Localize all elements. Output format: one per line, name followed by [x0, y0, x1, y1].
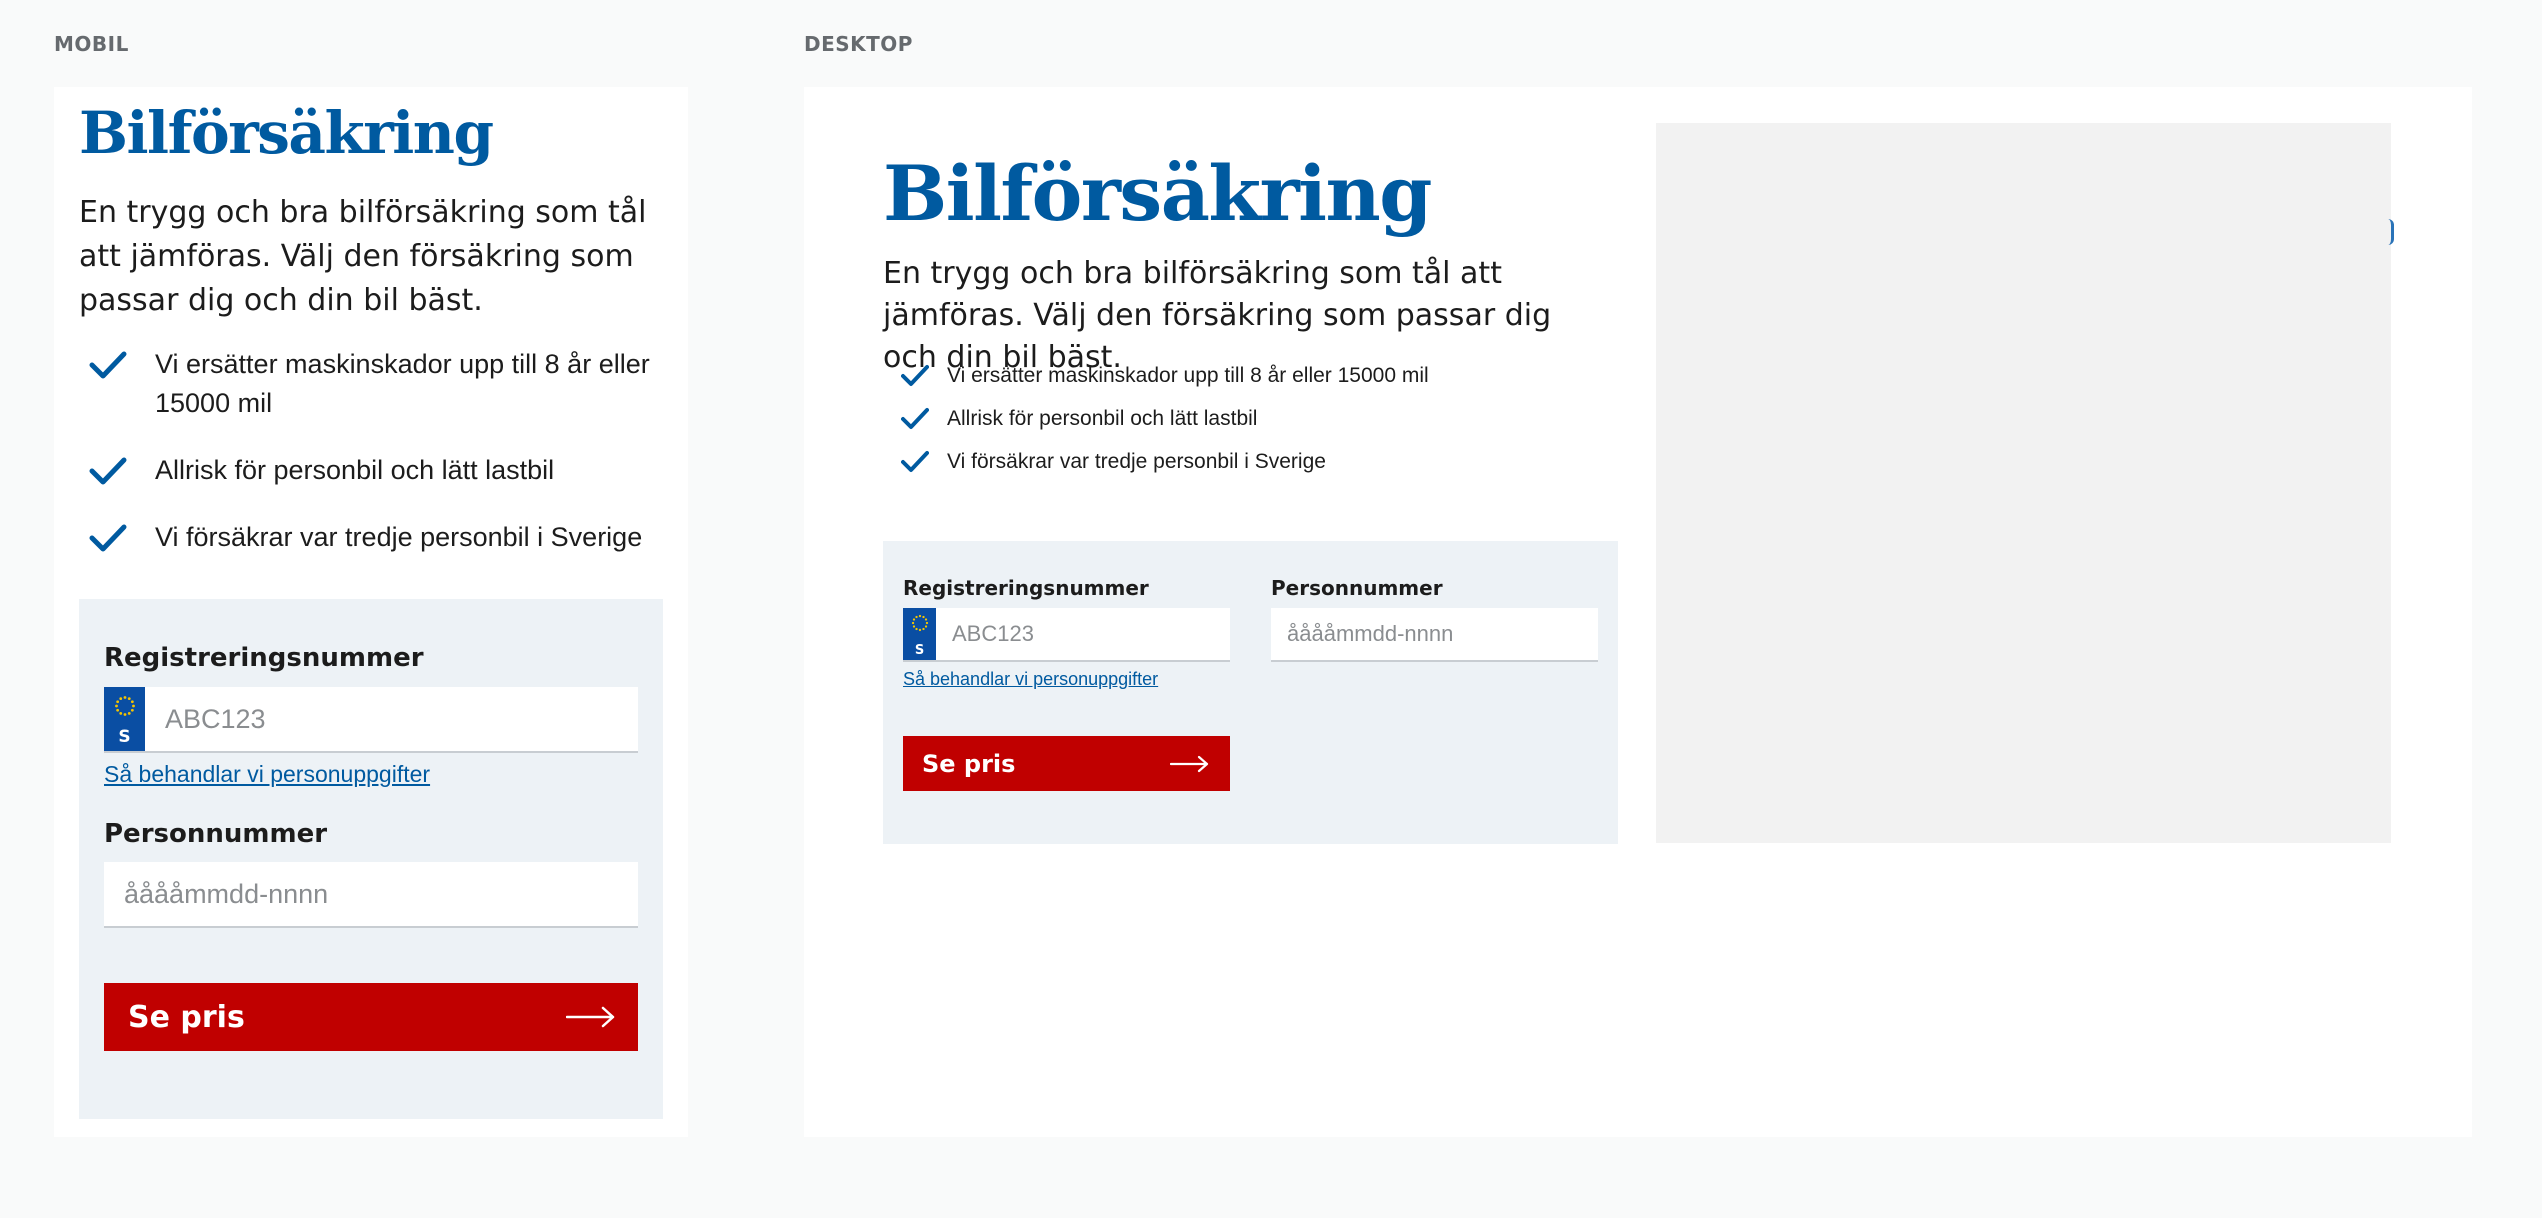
- usp-text: Vi ersätter maskinskador upp till 8 år e…: [155, 349, 650, 418]
- desktop-preview-panel: Bilförsäkring En trygg och bra bilförsäk…: [804, 87, 2472, 1137]
- plate-country-code: S: [118, 727, 131, 747]
- usp-text: Vi ersätter maskinskador upp till 8 år e…: [947, 364, 1429, 387]
- list-item: Allrisk för personbil och lätt lastbil: [89, 451, 669, 490]
- license-plate-badge: S: [903, 608, 936, 660]
- registration-number-input[interactable]: [936, 608, 1230, 660]
- checkmark-icon: [901, 365, 929, 386]
- usp-list: Vi ersätter maskinskador upp till 8 år e…: [901, 361, 1601, 490]
- list-item: Vi försäkrar var tredje personbil i Sver…: [901, 447, 1601, 477]
- price-form: Registreringsnummer S Så behandlar vi pe…: [79, 599, 663, 1119]
- list-item: Vi ersätter maskinskador upp till 8 år e…: [89, 345, 669, 423]
- registration-number-input[interactable]: [145, 687, 638, 751]
- see-price-label: Se pris: [922, 749, 1016, 778]
- registration-number-label: Registreringsnummer: [903, 576, 1149, 600]
- see-price-button[interactable]: Se pris: [104, 983, 638, 1051]
- usp-text: Vi försäkrar var tredje personbil i Sver…: [947, 450, 1326, 473]
- eu-stars-icon: [911, 614, 928, 632]
- list-item: Allrisk för personbil och lätt lastbil: [901, 404, 1601, 434]
- personal-number-input[interactable]: [104, 862, 638, 926]
- personal-number-label: Personnummer: [1271, 576, 1443, 600]
- registration-number-field[interactable]: S: [104, 687, 638, 753]
- page-title: Bilförsäkring: [883, 149, 1432, 238]
- checkmark-icon: [901, 451, 929, 472]
- price-form: Registreringsnummer S Så behandlar vi pe…: [883, 541, 1618, 844]
- carousel-edge-indicator: [2388, 219, 2394, 245]
- personal-number-field[interactable]: [104, 862, 638, 928]
- arrow-right-icon: [566, 1006, 615, 1028]
- page-title: Bilförsäkring: [79, 99, 494, 167]
- checkmark-icon: [89, 524, 127, 552]
- see-price-label: Se pris: [128, 999, 245, 1035]
- arrow-right-icon: [1170, 755, 1209, 772]
- see-price-button[interactable]: Se pris: [903, 736, 1230, 791]
- personal-number-input[interactable]: [1271, 608, 1598, 660]
- mobile-section-label: MOBIL: [54, 32, 129, 56]
- license-plate-badge: S: [104, 687, 145, 751]
- hero-image-placeholder: [1656, 123, 2394, 843]
- lead-text: En trygg och bra bilförsäkring som tål a…: [79, 195, 647, 318]
- eu-stars-icon: [114, 696, 135, 716]
- usp-text: Vi försäkrar var tredje personbil i Sver…: [155, 522, 643, 552]
- registration-number-field[interactable]: S: [903, 608, 1230, 662]
- privacy-policy-link[interactable]: Så behandlar vi personuppgifter: [903, 669, 1158, 690]
- list-item: Vi ersätter maskinskador upp till 8 år e…: [901, 361, 1601, 391]
- desktop-section-label: DESKTOP: [804, 32, 913, 56]
- registration-number-label: Registreringsnummer: [104, 643, 424, 673]
- plate-country-code: S: [914, 643, 925, 658]
- checkmark-icon: [89, 457, 127, 485]
- checkmark-icon: [901, 408, 929, 429]
- personal-number-field[interactable]: [1271, 608, 1598, 662]
- privacy-policy-link[interactable]: Så behandlar vi personuppgifter: [104, 761, 430, 788]
- personal-number-label: Personnummer: [104, 819, 328, 849]
- mobile-preview-panel: Bilförsäkring En trygg och bra bilförsäk…: [54, 87, 688, 1137]
- usp-text: Allrisk för personbil och lätt lastbil: [155, 455, 555, 485]
- usp-list: Vi ersätter maskinskador upp till 8 år e…: [89, 345, 669, 585]
- checkmark-icon: [89, 351, 127, 379]
- list-item: Vi försäkrar var tredje personbil i Sver…: [89, 518, 669, 557]
- usp-text: Allrisk för personbil och lätt lastbil: [947, 407, 1258, 430]
